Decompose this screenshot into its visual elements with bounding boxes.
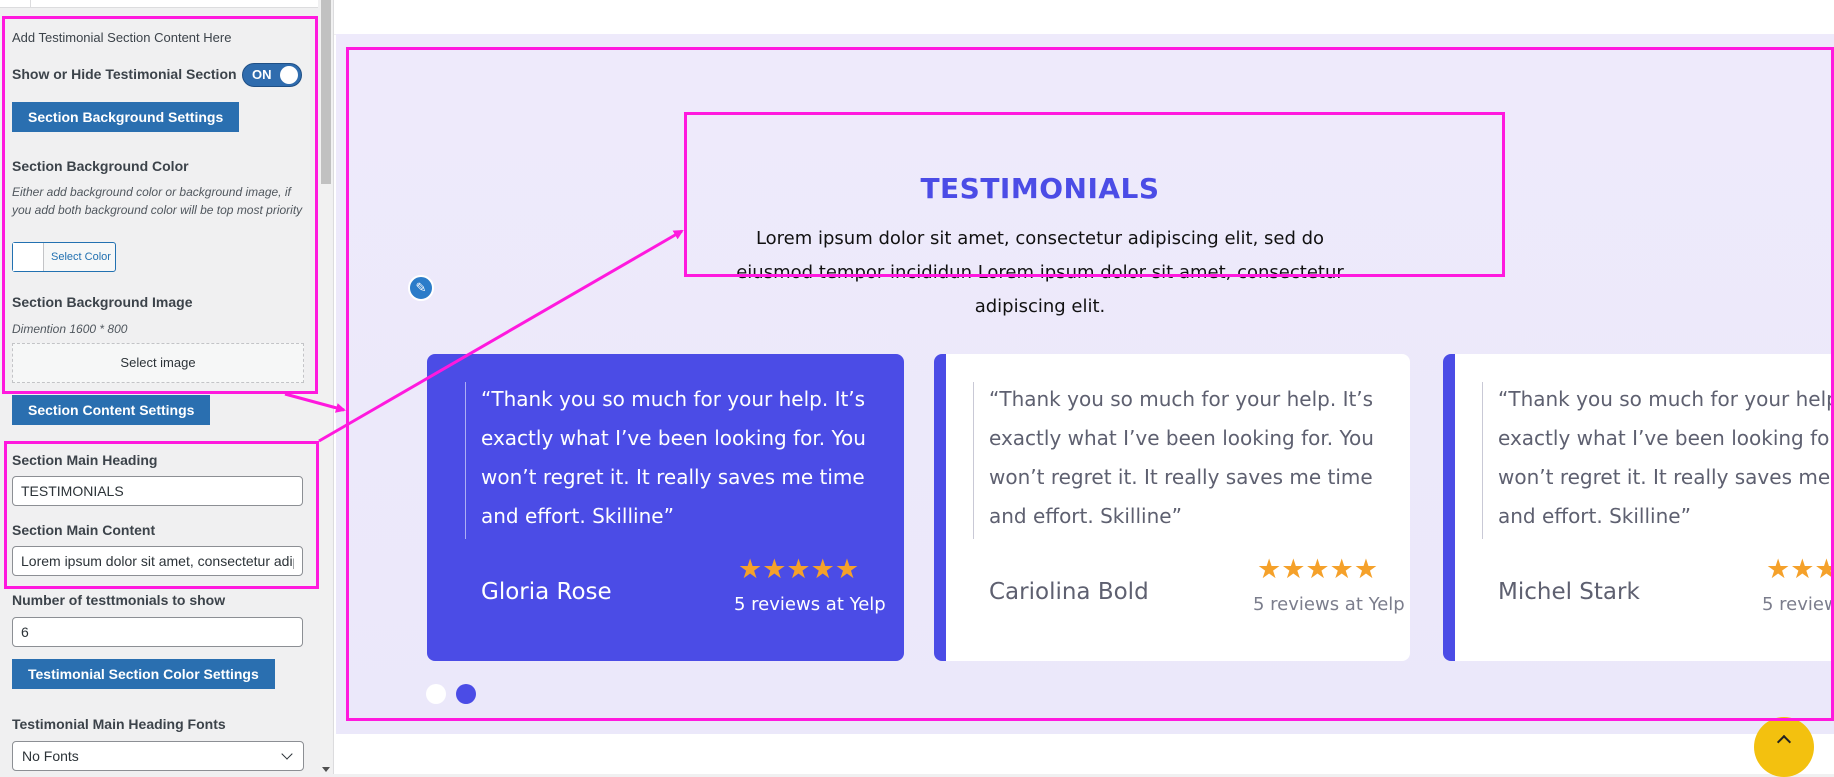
heading-fonts-label: Testimonial Main Heading Fonts <box>12 716 226 732</box>
carousel-dot[interactable] <box>426 684 446 704</box>
bg-color-description: Either add background color or backgroun… <box>12 185 303 217</box>
quote-divider <box>465 382 466 539</box>
main-heading-input[interactable] <box>12 476 303 506</box>
testimonial-quote: “Thank you so much for your help. It’s e… <box>481 387 866 528</box>
main-content-input[interactable] <box>12 546 303 576</box>
testimonial-author: Michel Stark <box>1498 579 1640 605</box>
heading-fonts-select[interactable]: No Fonts <box>12 741 304 771</box>
top-bar-divider <box>30 0 31 7</box>
testimonial-count-input[interactable] <box>12 617 303 647</box>
testimonial-author: Gloria Rose <box>481 579 612 605</box>
pencil-icon[interactable]: ✎ <box>408 275 434 301</box>
scrollbar-thumb[interactable] <box>321 0 331 184</box>
section-intro-text: Add Testimonial Section Content Here <box>12 30 232 45</box>
toggle-knob <box>280 66 298 84</box>
testimonial-subheading: Lorem ipsum dolor sit amet, consectetur … <box>736 228 1344 317</box>
select-color-button[interactable]: Select Color <box>12 242 116 272</box>
testimonial-card: “Thank you so much for your help. It’s e… <box>427 354 904 661</box>
quote-divider <box>973 382 974 539</box>
scroll-to-top-button[interactable] <box>1754 717 1814 777</box>
sidebar-scrollbar[interactable] <box>320 0 332 774</box>
preview-top-strip <box>334 0 1834 35</box>
testimonial-quote: “Thank you so much for your help. It’s e… <box>1498 387 1834 528</box>
testimonial-card: “Thank you so much for your help. It’s e… <box>1443 354 1834 661</box>
sidebar-top-bar <box>0 0 318 8</box>
scroll-down-arrow-icon[interactable] <box>322 767 330 772</box>
main-content-label: Section Main Content <box>12 522 156 538</box>
testimonial-quote: “Thank you so much for your help. It’s e… <box>989 387 1374 528</box>
select-color-label: Select Color <box>51 251 111 263</box>
show-hide-label: Show or Hide Testimonial Section <box>12 66 237 82</box>
toggle-state-label: ON <box>252 67 272 82</box>
section-content-settings-button[interactable]: Section Content Settings <box>12 395 211 425</box>
testimonial-count-label: Number of testtmonials to show <box>12 592 226 608</box>
heading-fonts-value: No Fonts <box>22 748 79 764</box>
show-hide-toggle[interactable]: ON <box>242 63 302 87</box>
bg-image-dimension: Dimention 1600 * 800 <box>12 322 128 336</box>
testimonial-reviews: 5 reviews at Yelp <box>734 594 886 615</box>
chevron-down-icon <box>281 748 293 760</box>
testimonial-heading: TESTIMONIALS <box>920 172 1160 205</box>
testimonial-card: “Thank you so much for your help. It’s e… <box>934 354 1410 661</box>
color-swatch <box>13 243 44 271</box>
star-icon: ★★★★★ <box>738 554 860 584</box>
main-heading-label: Section Main Heading <box>12 452 158 468</box>
select-image-label: Select image <box>120 355 196 370</box>
testimonial-author: Cariolina Bold <box>989 579 1149 605</box>
bg-image-label: Section Background Image <box>12 294 193 310</box>
testimonial-reviews: 5 reviews at Yelp <box>1762 594 1834 615</box>
star-icon: ★★★★★ <box>1766 554 1834 584</box>
carousel-dot-active[interactable] <box>456 684 476 704</box>
testimonial-section: TESTIMONIALS Lorem ipsum dolor sit amet,… <box>336 34 1834 734</box>
section-color-settings-button[interactable]: Testimonial Section Color Settings <box>12 659 275 689</box>
site-preview: TESTIMONIALS Lorem ipsum dolor sit amet,… <box>334 0 1834 777</box>
chevron-up-icon <box>1776 734 1792 750</box>
customizer-sidebar: Add Testimonial Section Content Here Sho… <box>0 0 334 774</box>
bg-color-label: Section Background Color <box>12 158 189 174</box>
testimonial-reviews: 5 reviews at Yelp <box>1253 594 1405 615</box>
section-background-settings-button[interactable]: Section Background Settings <box>12 102 240 132</box>
quote-divider <box>1482 382 1483 539</box>
star-icon: ★★★★★ <box>1257 554 1379 584</box>
select-image-button[interactable]: Select image <box>12 343 304 383</box>
